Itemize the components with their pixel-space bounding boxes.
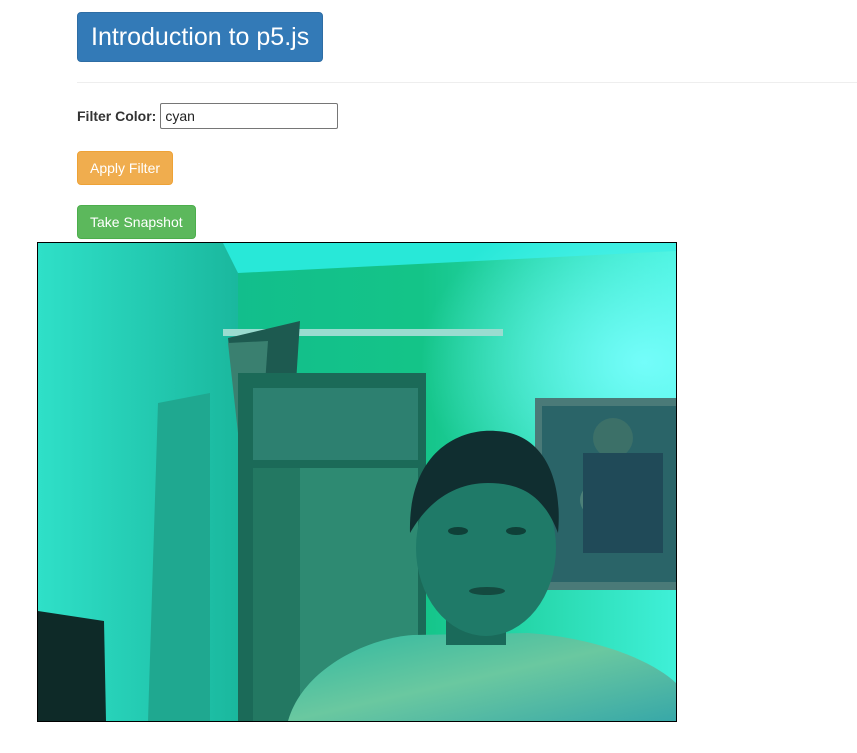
webcam-image — [38, 243, 676, 721]
webcam-video-canvas — [37, 242, 677, 722]
take-snapshot-button[interactable]: Take Snapshot — [77, 205, 196, 239]
page: Introduction to p5.js Filter Color: Appl… — [0, 0, 857, 753]
filter-color-input[interactable] — [160, 103, 339, 129]
filter-row: Filter Color: — [77, 103, 339, 129]
apply-filter-button[interactable]: Apply Filter — [77, 151, 174, 185]
divider — [77, 82, 857, 83]
filter-color-label: Filter Color: — [77, 108, 157, 124]
page-title: Introduction to p5.js — [77, 12, 324, 62]
